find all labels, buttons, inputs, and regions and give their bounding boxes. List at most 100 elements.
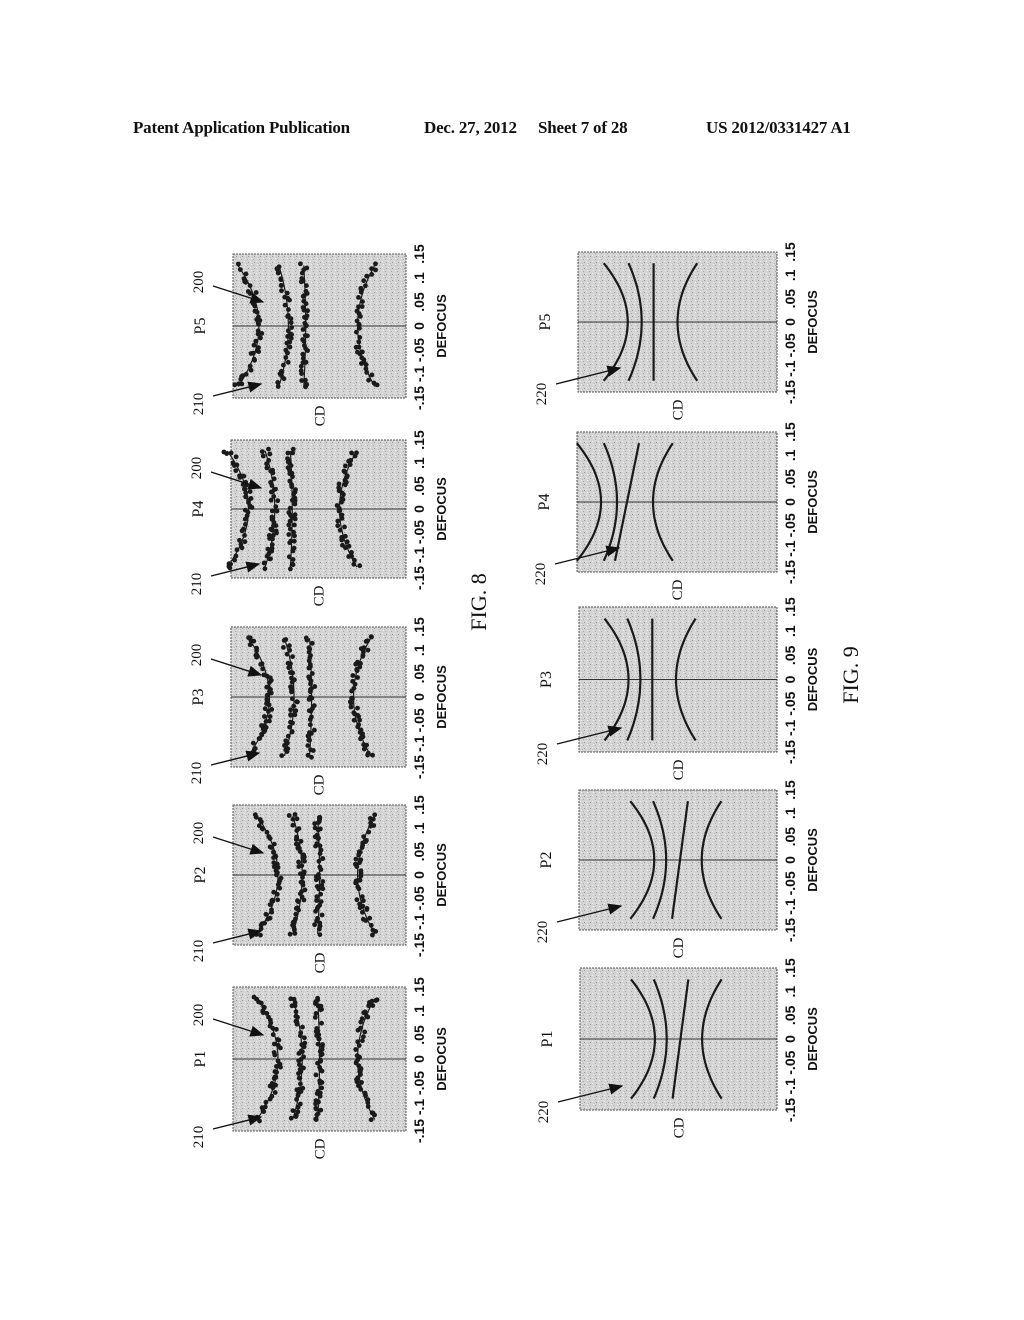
data-point <box>227 565 233 571</box>
ref-label-220: 220 <box>535 921 551 944</box>
data-point <box>286 813 292 818</box>
fig9-panel-p3: .15 .1 .05 0 -.05 -.1 -.15 DEFOCUS CD P3 220 <box>535 597 820 780</box>
data-point <box>294 816 300 822</box>
data-point <box>303 359 309 365</box>
data-point <box>355 1027 361 1033</box>
data-point <box>279 288 284 294</box>
defocus-tick-label: .15 <box>411 244 427 264</box>
data-point <box>296 1071 301 1076</box>
defocus-tick-label: .05 <box>411 292 427 312</box>
data-point <box>358 289 364 295</box>
data-point <box>368 823 374 829</box>
data-point <box>361 278 367 284</box>
data-point <box>370 927 376 933</box>
data-point <box>352 453 358 459</box>
data-point <box>247 489 253 494</box>
data-point <box>360 1038 365 1044</box>
data-point <box>233 454 239 460</box>
data-point <box>292 712 298 718</box>
data-point <box>293 837 299 842</box>
data-point <box>316 1036 322 1042</box>
data-point <box>287 643 292 649</box>
data-point <box>258 335 263 341</box>
data-point <box>361 1010 367 1016</box>
data-point <box>248 367 254 373</box>
panel-label: P5 <box>537 314 554 331</box>
defocus-tick-label: .15 <box>782 780 798 800</box>
defocus-tick-label: .1 <box>411 457 427 469</box>
data-point <box>305 743 311 748</box>
data-point <box>271 855 276 860</box>
defocus-tick-label: -.05 <box>782 871 798 895</box>
data-point <box>343 463 348 469</box>
data-point <box>365 1104 371 1109</box>
data-point <box>363 918 369 923</box>
data-point <box>355 724 361 730</box>
data-point <box>234 462 240 468</box>
panel-label: P2 <box>192 867 209 884</box>
fig9-panel-p5: .15 .1 .05 0 -.05 -.1 -.15 DEFOCUS CD P5 220 <box>534 242 820 420</box>
data-point <box>261 560 267 566</box>
data-point <box>351 561 357 567</box>
data-point <box>290 548 296 554</box>
data-point <box>304 382 310 387</box>
data-point <box>281 376 287 382</box>
data-point <box>372 812 378 818</box>
ref-label-200: 200 <box>189 644 205 667</box>
data-point <box>294 828 300 833</box>
data-point <box>373 998 379 1003</box>
cd-axis-label: CD <box>671 399 687 420</box>
data-point <box>301 298 307 304</box>
ref-label-200: 200 <box>191 822 207 845</box>
cd-axis-label: CD <box>313 1138 329 1159</box>
data-point <box>349 688 355 694</box>
defocus-tick-label: -.1 <box>782 360 798 377</box>
defocus-tick-label: .1 <box>782 625 798 637</box>
data-point <box>304 291 310 296</box>
data-point <box>247 283 253 288</box>
defocus-tick-label: .05 <box>782 827 798 847</box>
data-point <box>314 905 320 911</box>
data-point <box>360 903 366 909</box>
defocus-tick-label: .1 <box>782 807 798 819</box>
data-point <box>259 449 265 454</box>
ref-label-220: 220 <box>533 563 549 586</box>
data-point <box>357 860 362 866</box>
ref-label-200: 200 <box>191 271 207 294</box>
data-point <box>318 1007 324 1013</box>
data-point <box>315 827 321 833</box>
data-point <box>339 537 345 543</box>
data-point <box>277 885 283 891</box>
data-point <box>360 909 365 915</box>
defocus-tick-label: -.15 <box>411 755 427 779</box>
data-point <box>358 314 363 319</box>
data-point <box>237 267 243 272</box>
data-point <box>312 922 317 928</box>
data-point <box>233 468 239 473</box>
data-point <box>274 891 280 897</box>
defocus-tick-label: -.1 <box>782 719 798 736</box>
data-point <box>267 915 273 921</box>
ref-label-200: 200 <box>189 457 205 480</box>
data-point <box>357 717 362 723</box>
defocus-tick-label: -.05 <box>411 886 427 910</box>
data-point <box>314 1091 320 1096</box>
data-point <box>313 1106 319 1112</box>
defocus-axis-label: DEFOCUS <box>805 470 820 534</box>
data-point <box>343 545 348 551</box>
data-point <box>293 911 299 917</box>
data-point <box>307 717 313 722</box>
data-point <box>259 826 265 831</box>
data-point <box>317 932 323 937</box>
defocus-tick-label: -.1 <box>411 1099 427 1116</box>
data-point <box>360 653 366 659</box>
data-point <box>236 381 242 387</box>
data-point <box>232 382 238 388</box>
data-point <box>364 370 370 375</box>
data-point <box>281 645 286 650</box>
data-point <box>306 674 312 680</box>
data-point <box>273 523 279 528</box>
data-point <box>319 1068 325 1074</box>
defocus-tick-label: 0 <box>782 498 798 506</box>
defocus-tick-label: -.1 <box>782 898 798 915</box>
